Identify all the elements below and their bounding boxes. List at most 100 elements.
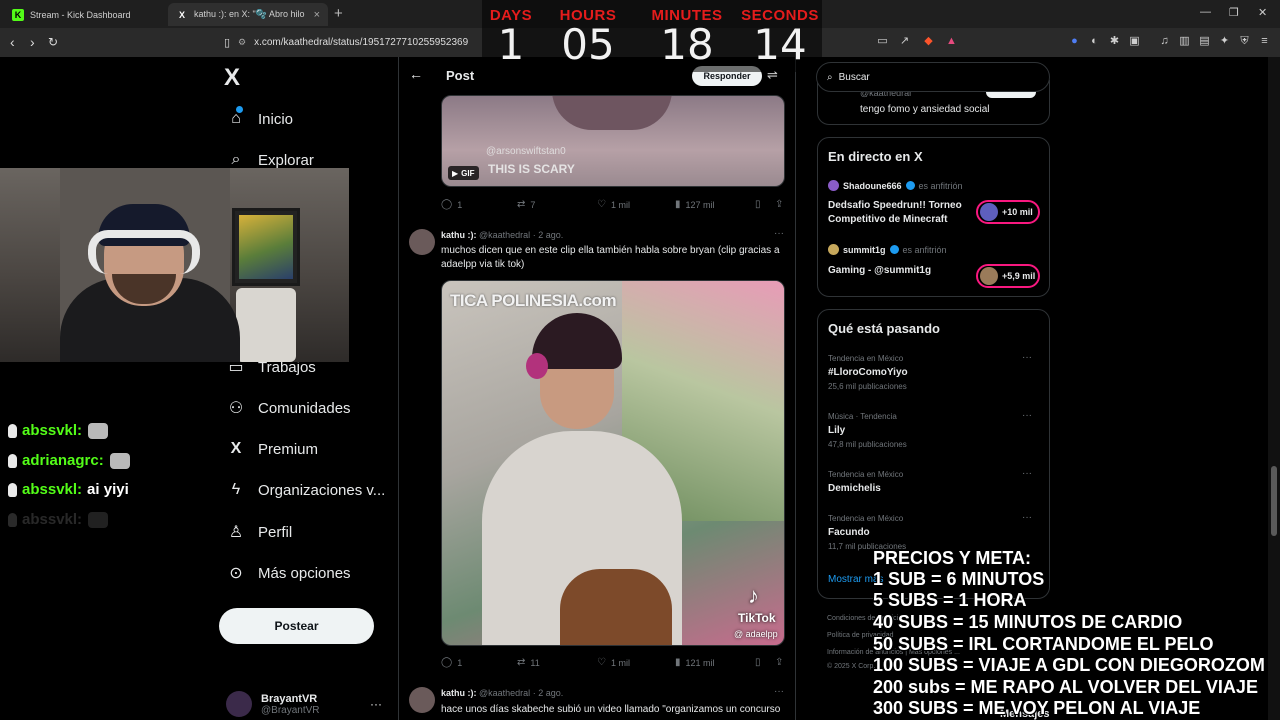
reply-icon: ◯ xyxy=(441,199,453,210)
menu-icon[interactable]: ≡ xyxy=(1258,35,1271,48)
share-icon[interactable]: ↗ xyxy=(898,35,911,48)
more-icon[interactable]: ··· xyxy=(1022,468,1032,479)
tweet-date[interactable]: · 2 ago. xyxy=(533,688,564,698)
chat-message: abssvkl: xyxy=(8,511,109,528)
scrollbar-thumb[interactable] xyxy=(1271,466,1277,536)
ai-icon[interactable]: ✦ xyxy=(1218,35,1231,48)
sidebar-icon[interactable]: ▥ xyxy=(1178,35,1191,48)
like-action[interactable]: ♡ 1 mil xyxy=(597,199,630,210)
reload-icon[interactable]: ↻ xyxy=(48,35,58,49)
host-name: summit1g xyxy=(843,244,886,255)
more-icon[interactable]: ··· xyxy=(1022,410,1032,421)
tweet-date[interactable]: · 2 ago. xyxy=(533,230,564,240)
post-button[interactable]: Postear xyxy=(219,608,374,644)
bookmark-action[interactable]: ▯ xyxy=(755,657,766,668)
trend-item[interactable]: Tendencia en México Demichelis xyxy=(828,470,1038,494)
more-icon[interactable]: ··· xyxy=(1022,512,1032,523)
live-title[interactable]: Dedsafio Speedrun!! Torneo Competitivo d… xyxy=(828,199,973,227)
tweet-actions: ◯ 1 ⇄ 11 ♡ 1 mil ▮ 121 mil ▯ ⇪ xyxy=(441,657,787,671)
extension-blue-icon[interactable]: ● xyxy=(1068,35,1081,48)
restore-icon[interactable]: ❐ xyxy=(1229,6,1239,19)
reply-icon: ◯ xyxy=(441,657,453,668)
reply-count: 1 xyxy=(457,657,463,668)
nav-item-comunidades[interactable]: ⚇ Comunidades xyxy=(226,396,351,420)
music-icon[interactable]: ♫ xyxy=(1158,35,1171,48)
avatar[interactable] xyxy=(409,687,435,713)
views-action[interactable]: ▮ 121 mil xyxy=(675,657,715,668)
tweet-handle[interactable]: @kaathedral xyxy=(479,688,530,698)
back-arrow-icon[interactable]: ← xyxy=(409,66,423,82)
tab-x-post[interactable]: X kathu :): en X: "🫧 Abro hilo × xyxy=(168,3,328,26)
gif-badge: ▶ GIF xyxy=(448,166,479,180)
chat-message: abssvkl: xyxy=(8,422,109,439)
reply-action[interactable]: ◯ 1 xyxy=(441,657,462,668)
chat-message: abssvkl: ai yiyi xyxy=(8,481,129,498)
avatar[interactable] xyxy=(409,229,435,255)
share-action[interactable]: ⇪ xyxy=(775,657,788,668)
account-more-icon[interactable]: ··· xyxy=(370,697,382,711)
tab-search-icon[interactable]: ▣ xyxy=(1128,35,1141,48)
live-title[interactable]: Gaming - @summit1g xyxy=(828,264,973,278)
nav-item-perfil[interactable]: ♙ Perfil xyxy=(226,520,292,544)
back-icon[interactable]: ‹ xyxy=(10,34,15,50)
tweet-handle[interactable]: @kaathedral xyxy=(479,230,530,240)
countdown-hours: HOURS 05 xyxy=(554,0,622,67)
bookmark-icon[interactable]: ▯ xyxy=(224,36,230,49)
nav-item-mas-opciones[interactable]: ⊙ Más opciones xyxy=(226,561,350,585)
live-host[interactable]: summit1g es anfitrión xyxy=(828,244,947,255)
close-tab-icon[interactable]: × xyxy=(314,9,320,21)
repost-action[interactable]: ⇄ 11 xyxy=(517,657,540,668)
forward-icon[interactable]: › xyxy=(30,34,35,50)
live-host[interactable]: Shadoune666 es anfitrión xyxy=(828,180,963,191)
countdown-timer: DAYS 1 HOURS 05 MINUTES 18 SECONDS 14 xyxy=(482,0,822,72)
cast-icon[interactable]: ▭ xyxy=(876,35,889,48)
account-switcher[interactable]: BrayantVR @BrayantVR xyxy=(226,688,320,720)
tweet-header: kathu :): @kaathedral · 2 ago. xyxy=(441,230,563,240)
search-input[interactable]: ⌕ Buscar xyxy=(816,62,1050,92)
vpn-icon[interactable]: ⛨ xyxy=(1238,35,1251,48)
views-action[interactable]: ▮ 127 mil xyxy=(675,199,715,210)
post-timeline: ← Post Responder ⇌ @arsonswiftstan0 THIS… xyxy=(398,57,796,720)
address-bar[interactable]: ⚙ x.com/kaathedral/status/19517277102559… xyxy=(238,32,473,53)
rewards-icon[interactable]: ▲ xyxy=(945,35,958,48)
nav-item-premium[interactable]: X Premium xyxy=(226,437,318,461)
puzzle-icon[interactable]: ✱ xyxy=(1108,35,1121,48)
heart-icon: ♡ xyxy=(597,657,606,668)
more-icon[interactable]: ··· xyxy=(1022,352,1032,363)
scrollbar[interactable] xyxy=(1268,57,1280,720)
share-action[interactable]: ⇪ xyxy=(775,199,788,210)
brave-shield-icon[interactable]: ◆ xyxy=(922,35,935,48)
wallet-icon[interactable]: ▤ xyxy=(1198,35,1211,48)
more-icon[interactable]: ··· xyxy=(774,686,784,697)
site-settings-icon[interactable]: ⚙ xyxy=(238,37,246,48)
new-tab-icon[interactable]: + xyxy=(334,5,343,22)
listener-count: +10 mil xyxy=(1002,207,1033,217)
tweet-author[interactable]: kathu :): xyxy=(441,688,477,698)
trend-item[interactable]: Tendencia en México Facundo 11,7 mil pub… xyxy=(828,514,1038,551)
host-role: es anfitrión xyxy=(902,244,947,255)
x-logo[interactable]: X xyxy=(224,64,248,91)
more-icon[interactable]: ··· xyxy=(774,228,784,239)
live-listeners-pill[interactable]: +10 mil xyxy=(976,200,1040,224)
tweet-author[interactable]: kathu :): xyxy=(441,230,477,240)
bookmark-action[interactable]: ▯ xyxy=(755,199,766,210)
close-window-icon[interactable]: ✕ xyxy=(1258,6,1267,19)
price-line: 40 SUBS = 15 MINUTOS DE CARDIO xyxy=(873,612,1183,632)
price-line: 5 SUBS = 1 HORA xyxy=(873,590,1027,610)
more-circle-icon: ⊙ xyxy=(229,565,243,582)
live-listeners-pill[interactable]: +5,9 mil xyxy=(976,264,1040,288)
trend-item[interactable]: Música · Tendencia Lily 47,8 mil publica… xyxy=(828,412,1038,449)
video-media[interactable]: TICA POLINESIA.com ♪ TikTok @ adaelpp xyxy=(441,280,785,646)
reply-action[interactable]: ◯ 1 xyxy=(441,199,462,210)
avatar xyxy=(980,203,998,221)
gif-media[interactable]: @arsonswiftstan0 THIS IS SCARY ▶ GIF xyxy=(441,95,785,187)
like-action[interactable]: ♡ 1 mil xyxy=(597,657,630,668)
trend-item[interactable]: Tendencia en México #LloroComoYiyo 25,6 … xyxy=(828,354,1038,391)
repost-action[interactable]: ⇄ 7 xyxy=(517,199,535,210)
extension-icon[interactable]: ◐ xyxy=(1088,35,1101,48)
tab-kick-dashboard[interactable]: K Stream - Kick Dashboard xyxy=(4,3,164,26)
share-icon: ⇪ xyxy=(775,199,784,210)
nav-item-organizaciones[interactable]: ϟ Organizaciones v... xyxy=(226,478,386,502)
minimize-icon[interactable]: — xyxy=(1200,6,1211,18)
verified-icon xyxy=(889,245,899,254)
